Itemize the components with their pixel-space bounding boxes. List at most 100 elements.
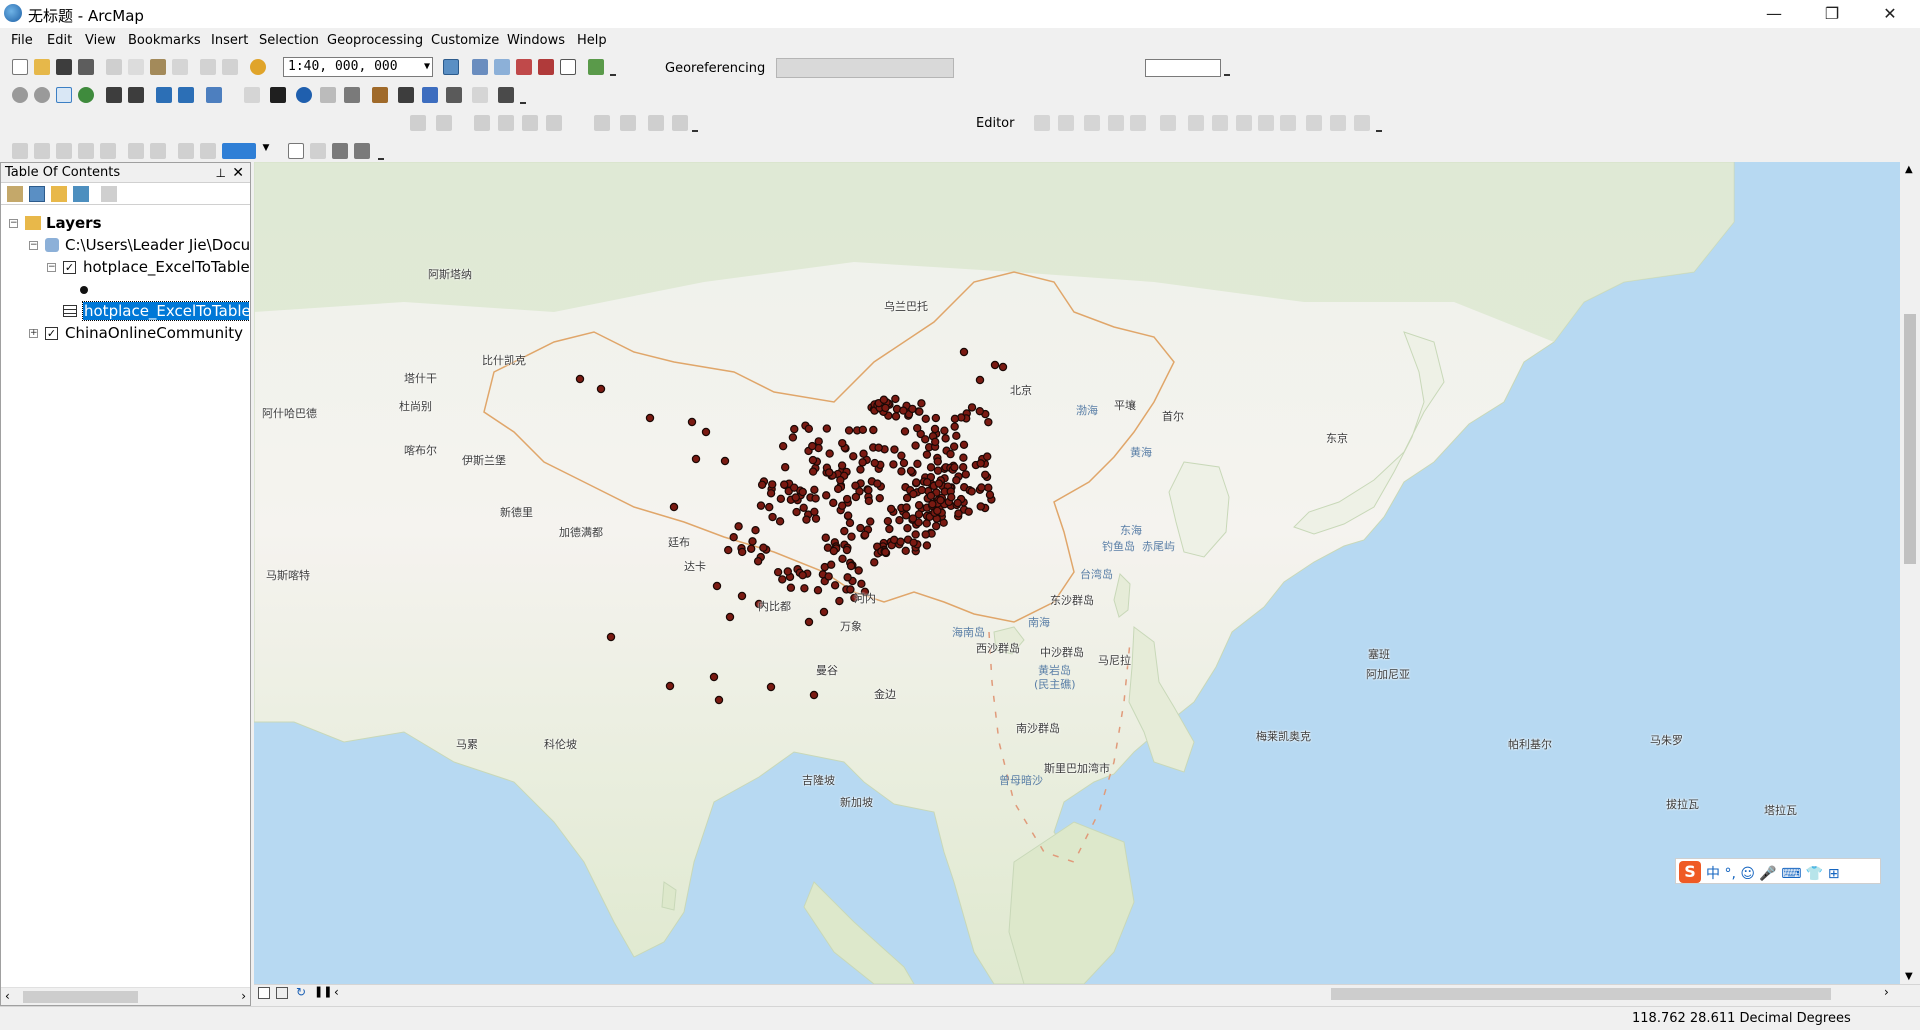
tree-row-basemap[interactable]: + ✓ ChinaOnlineCommunity: [1, 323, 249, 345]
data-driven-pages-icon[interactable]: [354, 143, 370, 159]
zoom-whole-page-icon[interactable]: [78, 143, 94, 159]
layer-visibility-checkbox[interactable]: ✓: [63, 261, 76, 274]
toolbar-grip[interactable]: [1224, 64, 1230, 76]
chevron-down-icon[interactable]: ▼: [424, 58, 430, 76]
straight-segment-icon[interactable]: [1084, 115, 1100, 131]
tree-row-layer-hotplace[interactable]: − ✓ hotplace_ExcelToTable: [1, 257, 249, 279]
new-document-icon[interactable]: [12, 59, 28, 75]
modelbuilder-icon[interactable]: [588, 59, 604, 75]
copy-icon[interactable]: [128, 59, 144, 75]
menu-view[interactable]: View: [85, 33, 116, 48]
editor-toolbar-icon[interactable]: [443, 59, 459, 75]
previous-extent-icon[interactable]: [178, 143, 194, 159]
map-view[interactable]: 阿斯塔纳 乌兰巴托 比什凯克 塔什干 杜尚别 阿什哈巴德 喀布尔 伊斯兰堡 新德…: [254, 162, 1900, 984]
menu-bookmarks[interactable]: Bookmarks: [128, 33, 201, 48]
trace-icon[interactable]: [1130, 115, 1146, 131]
georeferencing-rotate-input[interactable]: [1145, 59, 1221, 77]
create-features-icon[interactable]: [1354, 115, 1370, 131]
select-features-icon[interactable]: [206, 87, 222, 103]
focus-data-frame-icon[interactable]: [310, 143, 326, 159]
paste-icon[interactable]: [150, 59, 166, 75]
validate-icon[interactable]: [594, 115, 610, 131]
shared-features-icon[interactable]: [498, 115, 514, 131]
save-icon[interactable]: [56, 59, 72, 75]
reshape-feature-icon[interactable]: [1212, 115, 1228, 131]
layout-zoom-in-icon[interactable]: [12, 143, 28, 159]
layout-pan-icon[interactable]: [56, 143, 72, 159]
menu-edit[interactable]: Edit: [47, 33, 72, 48]
restore-button[interactable]: ❐: [1803, 0, 1861, 28]
georeferencing-layer-combo[interactable]: [776, 58, 954, 78]
table-of-contents-icon[interactable]: [472, 59, 488, 75]
rotate-tool-icon[interactable]: [1280, 115, 1296, 131]
html-popup-icon[interactable]: [344, 87, 360, 103]
fixed-zoom-out-layout-icon[interactable]: [150, 143, 166, 159]
go-to-xy-icon[interactable]: [446, 87, 462, 103]
identify-icon[interactable]: [296, 87, 312, 103]
select-elements-icon[interactable]: [270, 87, 286, 103]
map-scale-input[interactable]: 1:40, 000, 000 ▼: [283, 57, 433, 77]
pin-icon[interactable]: ⊥: [216, 163, 226, 183]
python-window-icon[interactable]: [560, 59, 576, 75]
cut-icon[interactable]: [106, 59, 122, 75]
menu-geoprocessing[interactable]: Geoprocessing: [327, 33, 423, 48]
toc-horizontal-scrollbar[interactable]: ‹ ›: [1, 987, 250, 1005]
delete-icon[interactable]: [172, 59, 188, 75]
layout-zoom-out-icon[interactable]: [34, 143, 50, 159]
hyperlink-icon[interactable]: [320, 87, 336, 103]
redo-icon[interactable]: [222, 59, 238, 75]
map-vertical-scrollbar[interactable]: ▲ ▼: [1900, 162, 1920, 984]
fixed-zoom-in-icon[interactable]: [106, 87, 122, 103]
menu-file[interactable]: File: [11, 33, 33, 48]
list-by-drawing-order-icon[interactable]: [7, 186, 23, 202]
menu-help[interactable]: Help: [577, 33, 607, 48]
scroll-right-icon[interactable]: ›: [241, 989, 246, 1003]
scrollbar-thumb[interactable]: [23, 991, 138, 1003]
end-point-arc-icon[interactable]: [1108, 115, 1124, 131]
editor-dropdown[interactable]: Editor: [976, 116, 1014, 131]
close-icon[interactable]: ✕: [232, 163, 244, 183]
edit-annotation-icon[interactable]: [1058, 115, 1074, 131]
error-inspector-icon[interactable]: [648, 115, 664, 131]
list-by-visibility-icon[interactable]: [51, 186, 67, 202]
align-edge-icon[interactable]: [522, 115, 538, 131]
add-data-icon[interactable]: [250, 59, 266, 75]
zoom-100-icon[interactable]: [100, 143, 116, 159]
menu-insert[interactable]: Insert: [211, 33, 248, 48]
scroll-down-icon[interactable]: ▼: [1905, 971, 1913, 982]
full-extent-icon[interactable]: [78, 87, 94, 103]
collapse-icon[interactable]: −: [29, 241, 38, 250]
expand-icon[interactable]: +: [29, 329, 38, 338]
cut-polygons-icon[interactable]: [1236, 115, 1252, 131]
collapse-icon[interactable]: −: [47, 263, 56, 272]
pause-drawing-icon[interactable]: ❚❚: [314, 985, 332, 998]
time-slider-icon[interactable]: [472, 87, 488, 103]
error-inspector-window-icon[interactable]: [672, 115, 688, 131]
zoom-control-combo[interactable]: [222, 143, 256, 159]
print-icon[interactable]: [78, 59, 94, 75]
menu-windows[interactable]: Windows: [507, 33, 565, 48]
list-by-selection-icon[interactable]: [73, 186, 89, 202]
point-icon[interactable]: [1160, 115, 1176, 131]
back-extent-icon[interactable]: [156, 87, 172, 103]
tree-row-folder[interactable]: − C:\Users\Leader Jie\Docu: [1, 235, 249, 257]
scrollbar-thumb[interactable]: [1904, 314, 1916, 564]
ime-toolbar[interactable]: S 中 °, ☺ 🎤 ⌨ 👕 ⊞: [1675, 858, 1881, 884]
layer-visibility-checkbox[interactable]: ✓: [45, 327, 58, 340]
pan-icon[interactable]: [56, 87, 72, 103]
scroll-left-icon[interactable]: ‹: [334, 985, 339, 999]
find-icon[interactable]: [398, 87, 414, 103]
topology-edit-icon[interactable]: [436, 115, 452, 131]
fixed-zoom-out-icon[interactable]: [128, 87, 144, 103]
menu-selection[interactable]: Selection: [259, 33, 319, 48]
find-route-icon[interactable]: [422, 87, 438, 103]
arctoolbox-icon[interactable]: [538, 59, 554, 75]
zoom-out-icon[interactable]: [34, 87, 50, 103]
change-layout-icon[interactable]: [332, 143, 348, 159]
tree-row-table[interactable]: hotplace_ExcelToTable: [1, 301, 249, 323]
toolbar-grip[interactable]: [692, 120, 698, 132]
scroll-left-icon[interactable]: ‹: [5, 989, 10, 1003]
tree-row-layers[interactable]: − Layers: [1, 213, 249, 235]
toolbar-grip[interactable]: [1376, 120, 1382, 132]
fix-error-icon[interactable]: [620, 115, 636, 131]
